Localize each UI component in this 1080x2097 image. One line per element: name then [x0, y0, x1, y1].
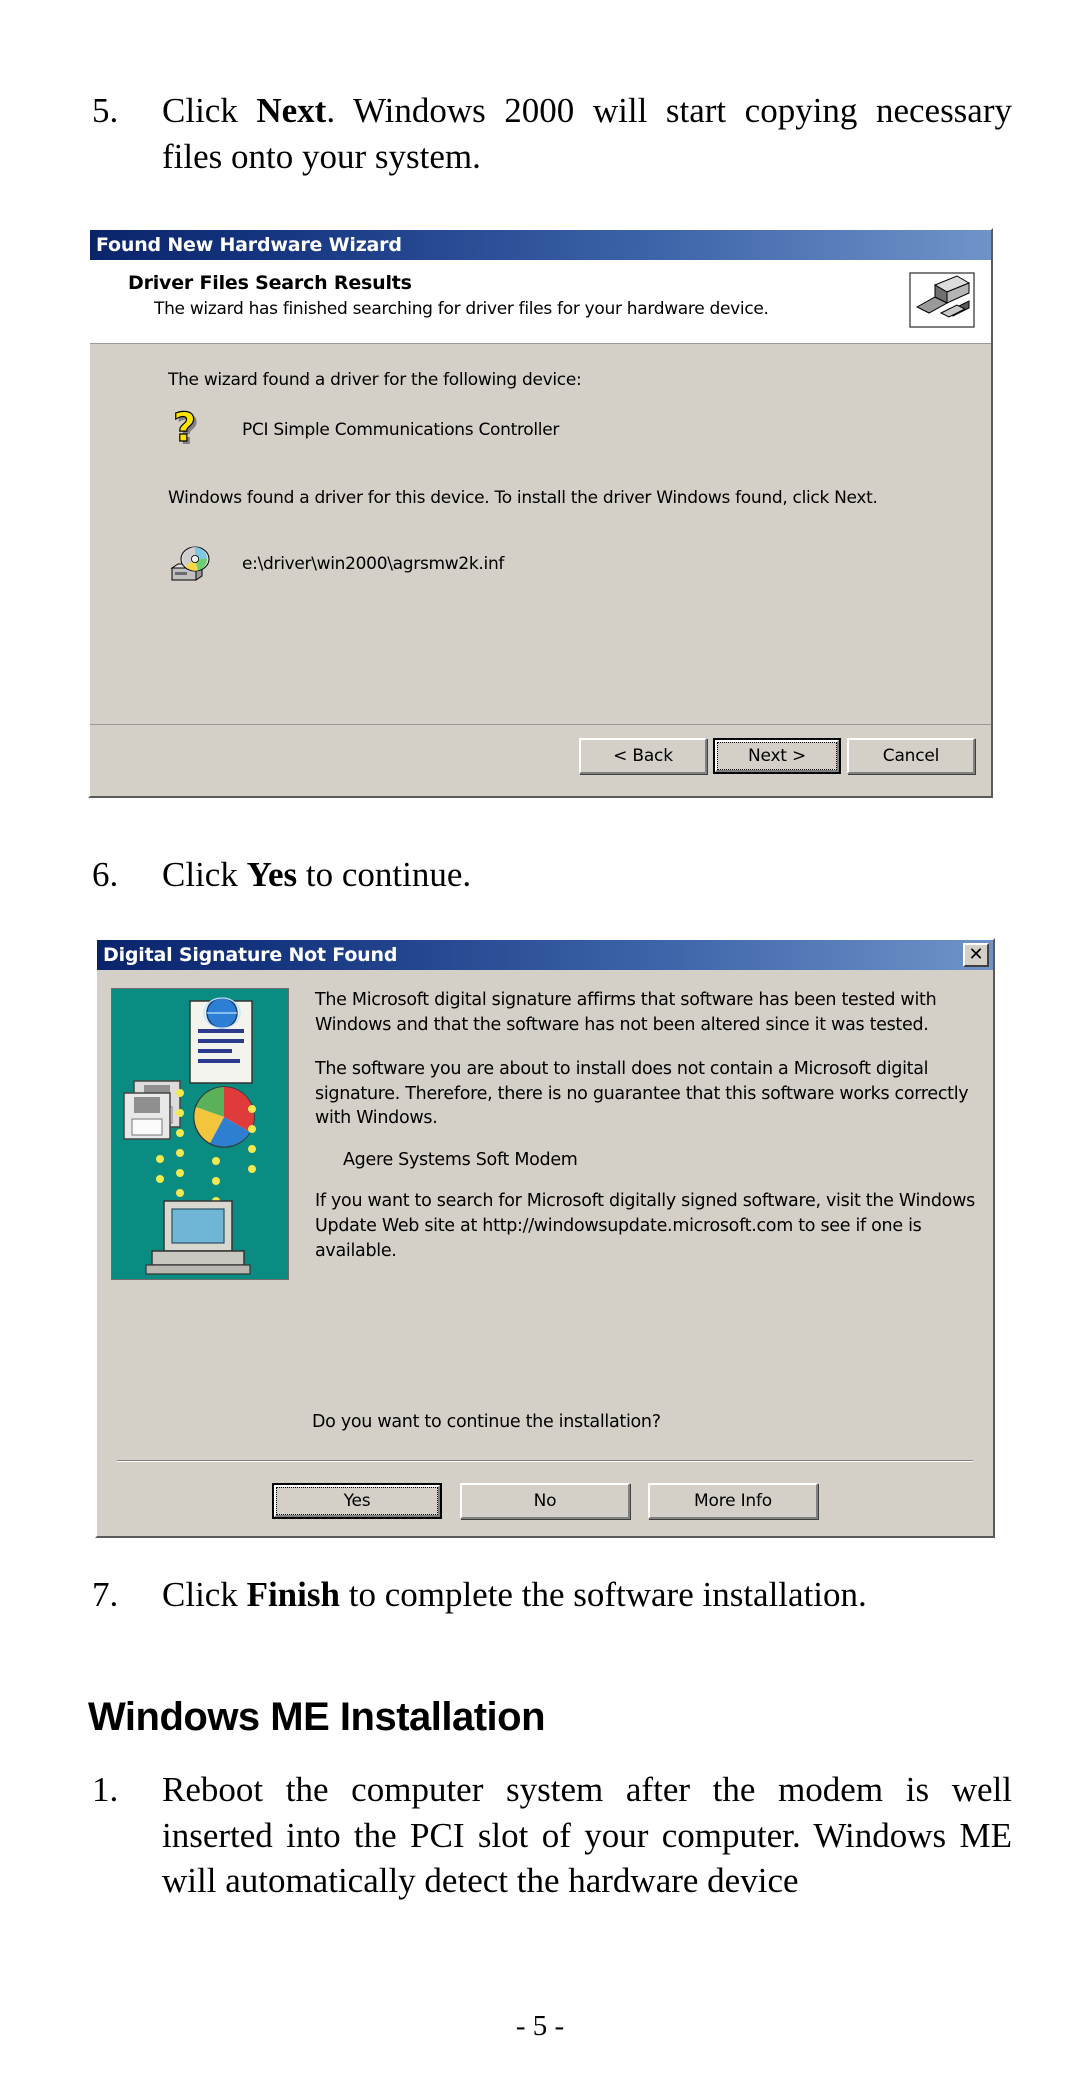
wizard-body: The wizard found a driver for the follow…	[90, 344, 991, 786]
back-button[interactable]: < Back	[579, 737, 707, 774]
close-icon-glyph: ✕	[968, 944, 984, 965]
page-section-heading: Windows ME Installation	[88, 1695, 546, 1739]
wizard-install-line: Windows found a driver for this device. …	[168, 488, 878, 508]
section-step-1-text: Reboot the computer system after the mod…	[162, 1770, 1012, 1900]
step-7-text-post: to complete the software installation.	[339, 1575, 867, 1614]
signature-paragraph-1: The Microsoft digital signature affirms …	[315, 990, 937, 1035]
step-5-bold-next: Next	[256, 91, 327, 130]
yes-button-inner: Yes	[274, 1485, 440, 1517]
next-button[interactable]: Next >	[713, 737, 841, 774]
no-button-label: No	[533, 1491, 557, 1511]
wizard-header-title: Driver Files Search Results	[128, 272, 412, 294]
digital-signature-illustration	[111, 988, 289, 1280]
step-7: 7. Click Finish to complete the software…	[70, 1572, 1012, 1618]
svg-text:?: ?	[173, 408, 196, 451]
no-button[interactable]: No	[460, 1483, 630, 1519]
wizard-found-line: The wizard found a driver for the follow…	[168, 370, 582, 390]
signature-titlebar[interactable]: Digital Signature Not Found ✕	[97, 940, 993, 970]
next-button-inner: Next >	[715, 739, 839, 772]
question-mark-device-icon: ? ?	[168, 404, 214, 454]
signature-text-column: The Microsoft digital signature affirms …	[289, 988, 979, 1283]
cancel-button[interactable]: Cancel	[847, 737, 975, 774]
found-new-hardware-wizard-dialog[interactable]: Found New Hardware Wizard Driver Files S…	[88, 228, 993, 798]
yes-button-focus-ring: Yes	[276, 1487, 438, 1515]
next-button-focus-ring: Next >	[717, 741, 837, 770]
signature-question: Do you want to continue the installation…	[312, 1412, 661, 1432]
page-number-footer: - 5 -	[515, 2010, 565, 2042]
manual-page: 5. Click Next. Windows 2000 will start c…	[0, 0, 1080, 2097]
signature-device-name: Agere Systems Soft Modem	[343, 1150, 578, 1171]
yes-button[interactable]: Yes	[272, 1483, 442, 1519]
back-button-label: < Back	[613, 745, 673, 766]
yes-button-label: Yes	[343, 1491, 371, 1511]
step-6-number: 6.	[92, 855, 119, 894]
signature-paragraph-2: The software you are about to install do…	[315, 1058, 969, 1129]
more-info-button-label: More Info	[694, 1491, 772, 1511]
step-5-number: 5.	[92, 91, 119, 130]
section-step-1: 1. Reboot the computer system after the …	[70, 1767, 1012, 1904]
wizard-header-subtitle: The wizard has finished searching for dr…	[154, 299, 769, 319]
hardware-wizard-icon	[909, 272, 975, 328]
step-6-text-pre: Click	[162, 855, 247, 894]
section-step-1-number: 1.	[92, 1770, 119, 1809]
wizard-titlebar[interactable]: Found New Hardware Wizard	[90, 230, 991, 260]
step-7-bold-finish: Finish	[246, 1575, 340, 1614]
close-icon[interactable]: ✕	[963, 943, 989, 967]
wizard-button-row: < Back Next > Cancel	[90, 724, 991, 786]
step-7-text: Click Finish to complete the software in…	[162, 1572, 1012, 1618]
signature-paragraph-3: If you want to search for Microsoft digi…	[315, 1191, 975, 1261]
wizard-header: Driver Files Search Results The wizard h…	[90, 260, 991, 344]
wizard-header-text: Driver Files Search Results The wizard h…	[100, 272, 909, 319]
step-6-text-post: to continue.	[297, 855, 472, 894]
signature-body: The Microsoft digital signature affirms …	[97, 970, 993, 1283]
step-6-text: Click Yes to continue.	[162, 852, 1012, 898]
signature-divider	[117, 1460, 973, 1462]
step-6-bold-yes: Yes	[246, 855, 298, 894]
more-info-button[interactable]: More Info	[648, 1483, 818, 1519]
step-5-text: Click Next. Windows 2000 will start copy…	[162, 88, 1012, 179]
cdrom-drive-icon	[168, 542, 214, 586]
wizard-driver-row: e:\driver\win2000\agrsmw2k.inf	[90, 542, 991, 586]
wizard-title-text: Found New Hardware Wizard	[96, 234, 402, 256]
signature-button-row: Yes No More Info	[97, 1466, 993, 1536]
step-5: 5. Click Next. Windows 2000 will start c…	[70, 88, 1012, 179]
wizard-device-row: ? ? PCI Simple Communications Controller	[90, 404, 991, 454]
cancel-button-label: Cancel	[882, 745, 940, 766]
step-7-text-pre: Click	[162, 1575, 247, 1614]
next-button-label: Next >	[747, 745, 807, 766]
signature-title-text: Digital Signature Not Found	[103, 944, 398, 966]
step-5-text-pre: Click	[162, 91, 257, 130]
step-7-number: 7.	[92, 1575, 119, 1614]
step-6: 6. Click Yes to continue.	[70, 852, 1012, 898]
digital-signature-not-found-dialog[interactable]: Digital Signature Not Found ✕ The Micros…	[95, 938, 995, 1538]
wizard-device-name: PCI Simple Communications Controller	[242, 420, 560, 440]
wizard-driver-path: e:\driver\win2000\agrsmw2k.inf	[242, 554, 505, 574]
